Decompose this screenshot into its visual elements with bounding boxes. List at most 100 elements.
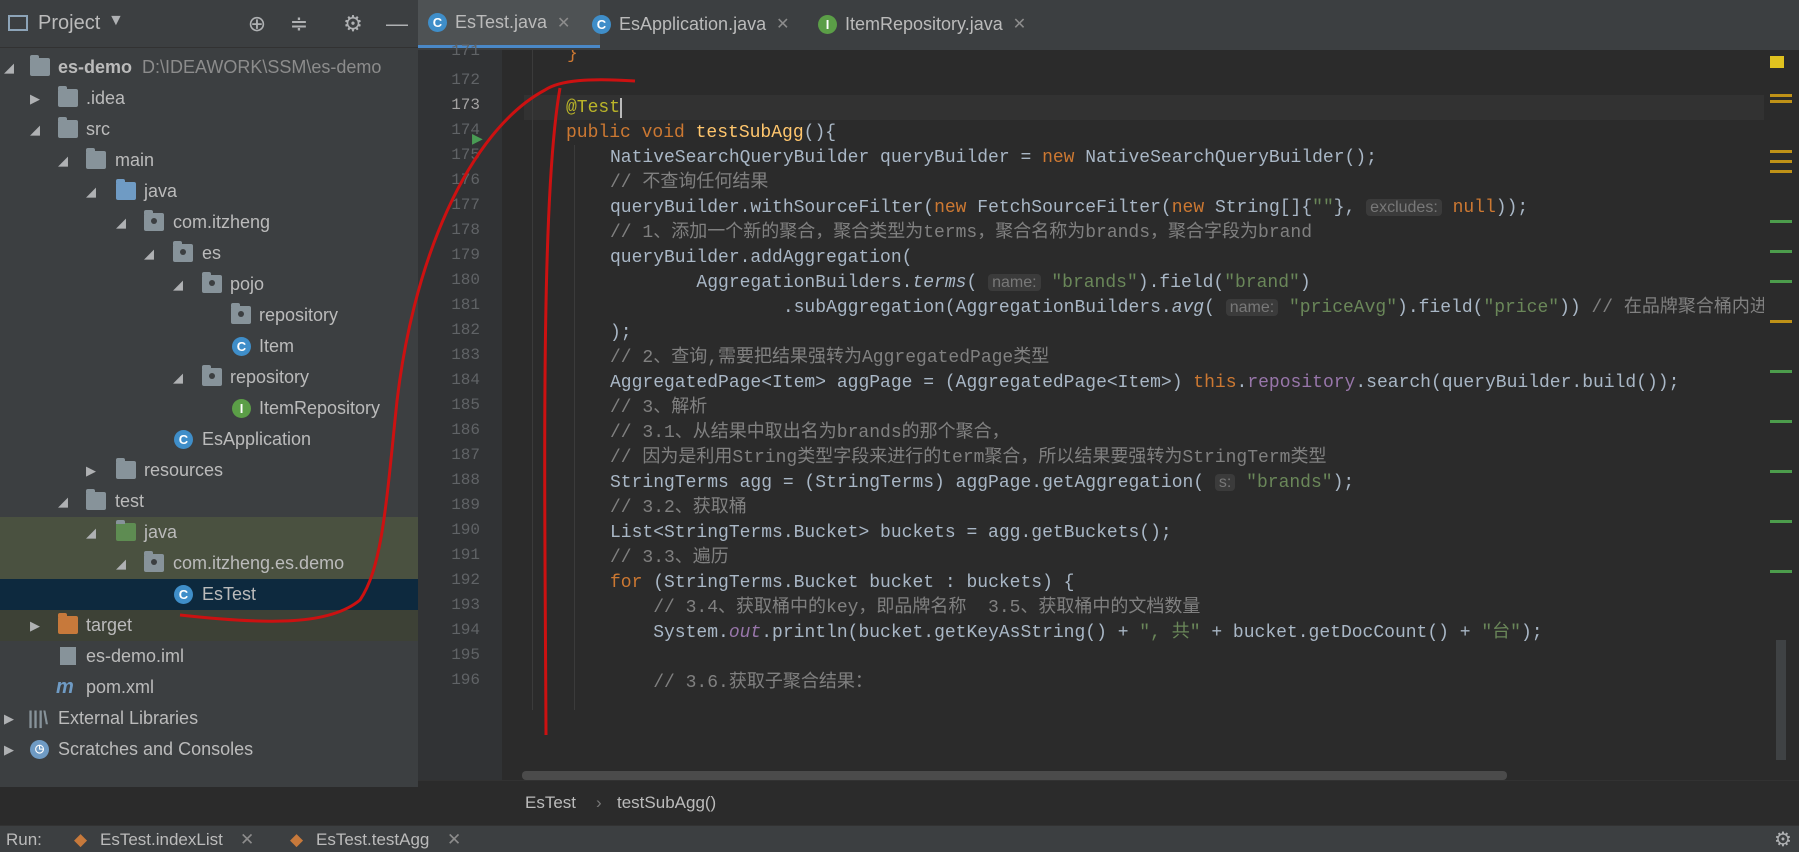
expand-arrow-icon[interactable]: ◢ [173,362,187,393]
folder-icon [86,489,106,510]
change-marker[interactable] [1770,470,1792,473]
test-run-icon: ◆ [74,830,88,849]
close-icon[interactable]: ✕ [447,830,461,850]
close-icon[interactable]: ✕ [776,14,789,34]
gear-icon[interactable]: ⚙ [1774,827,1792,852]
tree-item-idea[interactable]: ▶ .idea [0,83,418,114]
tree-item-package[interactable]: ◢ com.itzheng [0,207,418,238]
error-stripe[interactable] [1764,50,1799,780]
code-line-194: System.out.println(bucket.getKeyAsString… [610,623,1543,643]
run-label: Run: [6,830,42,849]
tree-item-estest-selected[interactable]: C EsTest [0,579,418,610]
expand-arrow-icon[interactable]: ◢ [86,176,100,207]
code-line-176: // 不查询任何结果 [610,173,769,193]
change-marker[interactable] [1770,250,1792,253]
run-tab-indexlist[interactable]: EsTest.indexList [100,830,223,850]
tree-item-es-demo[interactable]: ◢ es-demo D:\IDEAWORK\SSM\es-demo [0,52,418,83]
gear-icon[interactable]: ⚙ [339,10,367,38]
tree-item-src[interactable]: ◢ src [0,114,418,145]
tab-itemrepository[interactable]: I ItemRepository.java ✕ [808,0,1050,48]
breadcrumb-method[interactable]: testSubAgg() [617,793,716,813]
tree-item-iml[interactable]: es-demo.iml [0,641,418,672]
change-marker[interactable] [1770,420,1792,423]
resources-folder-icon [116,458,136,479]
text-cursor [620,98,623,118]
collapse-arrow-icon[interactable]: ▶ [30,83,44,114]
tree-item-target[interactable]: ▶ target [0,610,418,641]
close-icon[interactable]: ✕ [1013,14,1026,34]
expand-arrow-icon[interactable]: ◢ [116,207,130,238]
tab-esapplication[interactable]: C EsApplication.java ✕ [582,0,824,48]
collapse-icon[interactable]: ≑ [285,10,313,38]
code-editor[interactable]: } @Test public void testSubAgg(){ Native… [502,50,1764,780]
run-test-icon[interactable]: ▶ [472,130,483,147]
tree-item-label: es [202,243,222,263]
expand-arrow-icon[interactable]: ◢ [58,145,72,176]
parameter-hint: excludes: [1366,199,1442,216]
warning-marker[interactable] [1770,100,1792,103]
code-line-193: // 3.4、获取桶中的key，即品牌名称 3.5、获取桶中的文档数量 [610,598,1201,618]
tree-item-test[interactable]: ◢ test [0,486,418,517]
tree-item-class[interactable]: C EsApplication [0,424,418,455]
tree-item-resources[interactable]: ▶ resources [0,455,418,486]
test-class-icon: C [428,13,447,32]
warning-marker[interactable] [1770,170,1792,173]
change-marker[interactable] [1770,570,1792,573]
expand-arrow-icon[interactable]: ◢ [173,269,187,300]
tree-item-main[interactable]: ◢ main [0,145,418,176]
expand-arrow-icon[interactable]: ◢ [4,52,18,83]
tree-item-label: Item [259,336,295,356]
tree-item-package[interactable]: ◢ pojo [0,269,418,300]
tree-item-package[interactable]: ◢ repository [0,362,418,393]
change-marker[interactable] [1770,520,1792,523]
tab-estest[interactable]: C EsTest.java ✕ [418,0,600,48]
tree-item-package[interactable]: repository [0,300,418,331]
expand-arrow-icon[interactable]: ◢ [86,517,100,548]
dropdown-chevron-icon[interactable]: ▼ [108,12,124,30]
change-marker[interactable] [1770,280,1792,283]
tree-item-test-package[interactable]: ◢ com.itzheng.es.demo [0,548,418,579]
collapse-arrow-icon[interactable]: ▶ [86,455,100,486]
run-tab-testagg[interactable]: EsTest.testAgg [316,830,429,850]
vertical-scrollbar[interactable] [1776,640,1786,760]
tree-item-label: pojo [230,274,265,294]
breadcrumb-file[interactable]: EsTest [525,793,576,813]
line-number: 193 [451,596,480,614]
change-marker[interactable] [1770,370,1792,373]
close-icon[interactable]: ✕ [240,830,254,850]
minimize-icon[interactable]: — [383,10,411,38]
locate-icon[interactable]: ⊕ [243,10,271,38]
tree-item-interface[interactable]: I ItemRepository [0,393,418,424]
tree-item-pom[interactable]: m pom.xml [0,672,418,703]
warning-marker[interactable] [1770,160,1792,163]
expand-arrow-icon[interactable]: ◢ [58,486,72,517]
expand-arrow-icon[interactable]: ◢ [116,548,130,579]
project-title[interactable]: Project [38,12,100,35]
collapse-arrow-icon[interactable]: ▶ [30,610,44,641]
change-marker[interactable] [1770,220,1792,223]
line-number: 191 [451,546,480,564]
expand-arrow-icon[interactable]: ◢ [144,238,158,269]
tree-item-package[interactable]: ◢ es [0,238,418,269]
expand-arrow-icon[interactable]: ◢ [30,114,44,145]
warning-marker[interactable] [1770,150,1792,153]
line-number: 182 [451,321,480,339]
warning-status-icon[interactable] [1770,56,1784,68]
horizontal-scrollbar[interactable] [522,771,1507,780]
line-number: 172 [451,71,480,89]
tree-item-java[interactable]: ◢ java [0,176,418,207]
tree-item-scratches[interactable]: ▶ ◷ Scratches and Consoles [0,734,418,765]
close-icon[interactable]: ✕ [557,13,570,33]
line-number-gutter[interactable]: 171 172 173 174 175 176 177 178 179 180 … [418,42,515,780]
tree-item-class[interactable]: C Item [0,331,418,362]
code-line-196: // 3.6.获取子聚合结果： [610,673,873,693]
tree-item-label: pom.xml [86,677,155,697]
collapse-arrow-icon[interactable]: ▶ [4,703,18,734]
collapse-arrow-icon[interactable]: ▶ [4,734,18,765]
code-line-173: @Test [566,98,623,118]
tree-item-external-libraries[interactable]: ▶ |||\ External Libraries [0,703,418,734]
warning-marker[interactable] [1770,94,1792,97]
tree-item-test-java[interactable]: ◢ java [0,517,418,548]
code-line-183: // 2、查询,需要把结果强转为AggregatedPage类型 [610,348,1050,368]
warning-marker[interactable] [1770,320,1792,323]
